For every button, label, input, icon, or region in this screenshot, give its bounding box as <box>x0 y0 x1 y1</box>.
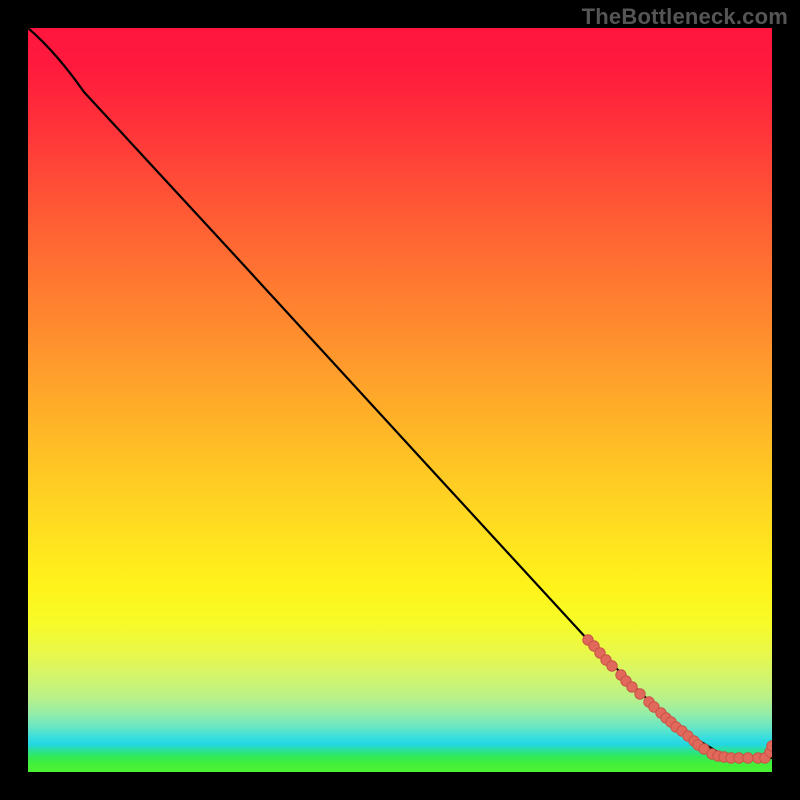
data-point <box>607 661 617 671</box>
data-markers <box>583 635 772 763</box>
chart-svg <box>28 28 772 772</box>
chart-container: TheBottleneck.com <box>0 0 800 800</box>
watermark-text: TheBottleneck.com <box>582 4 788 30</box>
main-curve <box>28 28 772 758</box>
data-point <box>635 689 645 699</box>
plot-area <box>28 28 772 772</box>
data-point <box>743 753 753 763</box>
